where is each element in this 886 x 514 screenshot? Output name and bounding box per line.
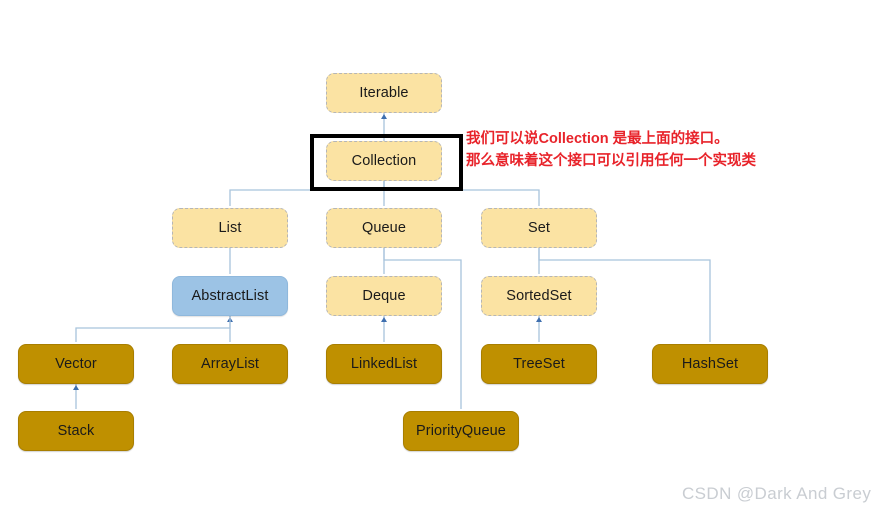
node-label: Stack [57,423,95,439]
node-set[interactable]: Set [481,208,597,248]
annotation-note: 我们可以说Collection 是最上面的接口。 那么意味着这个接口可以引用任何… [466,128,756,173]
node-iterable[interactable]: Iterable [326,73,442,113]
node-label: Vector [55,356,97,372]
node-treeset[interactable]: TreeSet [481,344,597,384]
node-priorityqueue[interactable]: PriorityQueue [403,411,519,451]
edge-priorityqueue-queue [383,248,462,409]
node-hashset[interactable]: HashSet [652,344,768,384]
node-label: HashSet [681,356,739,372]
arrowhead-vector-bottom [73,385,79,390]
node-label: ArrayList [200,356,260,372]
node-label: List [218,220,242,236]
node-vector[interactable]: Vector [18,344,134,384]
node-label: PriorityQueue [416,423,506,439]
arrowhead-iterable [381,114,387,119]
node-label: Iterable [359,85,409,101]
annotation-line-2: 那么意味着这个接口可以引用任何一个实现类 [466,153,756,170]
edge-vector-abstractlist [75,316,231,342]
node-sortedset[interactable]: SortedSet [481,276,597,316]
node-label: Set [527,220,551,236]
node-linkedlist[interactable]: LinkedList [326,344,442,384]
node-abstractlist[interactable]: AbstractList [172,276,288,316]
node-label: AbstractList [191,288,269,304]
node-label: SortedSet [506,288,572,304]
csdn-watermark: CSDN @Dark And Grey [682,484,872,503]
node-label: Deque [362,288,406,304]
arrowhead-deque-bottom [381,317,387,322]
node-deque[interactable]: Deque [326,276,442,316]
node-arraylist[interactable]: ArrayList [172,344,288,384]
node-label: Queue [361,220,407,236]
diagram-canvas: Iterable Collection List Queue Set AbstractLi… [0,0,886,514]
node-collection[interactable]: Collection [326,141,442,181]
node-list[interactable]: List [172,208,288,248]
node-label: Collection [351,153,417,169]
node-label: TreeSet [513,356,565,372]
node-queue[interactable]: Queue [326,208,442,248]
annotation-line-1: 我们可以说Collection 是最上面的接口。 [466,131,729,147]
node-label: LinkedList [350,356,418,372]
node-stack[interactable]: Stack [18,411,134,451]
arrowhead-sortedset-bottom [536,317,542,322]
